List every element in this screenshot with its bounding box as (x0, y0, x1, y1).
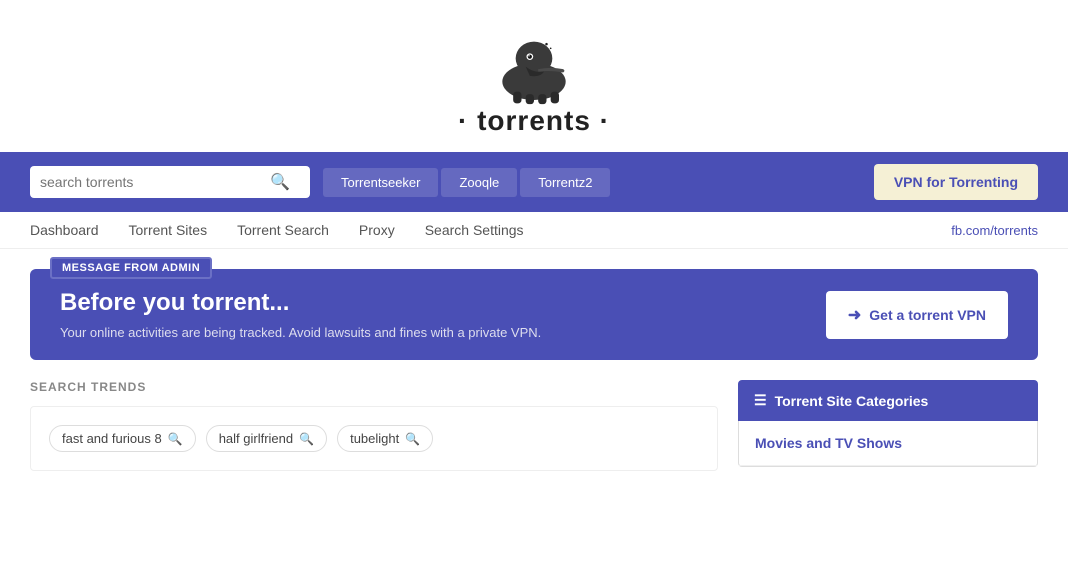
banner-text: Before you torrent... Your online activi… (60, 289, 541, 340)
sidebar-category-0[interactable]: Movies and TV Shows (739, 421, 1037, 466)
logo-area: · torrents · (0, 0, 1068, 152)
chip-search-icon-1: 🔍 (299, 432, 314, 446)
arrow-icon: ➜ (848, 305, 861, 325)
trend-chip-label-1: half girlfriend (219, 431, 293, 446)
search-bar-section: 🔍 Torrentseeker Zooqle Torrentz2 VPN for… (0, 152, 1068, 212)
site-tab-zooqle[interactable]: Zooqle (441, 168, 517, 197)
site-tab-torrentseeker[interactable]: Torrentseeker (323, 168, 438, 197)
trend-chip-1[interactable]: half girlfriend 🔍 (206, 425, 327, 452)
search-input-wrap: 🔍 (30, 166, 310, 198)
anteater-logo (484, 20, 584, 110)
main-content: SEARCH TRENDS fast and furious 8 🔍 half … (30, 380, 718, 471)
sidebar-header-label: Torrent Site Categories (775, 393, 929, 409)
sidebar-content: Movies and TV Shows (738, 421, 1038, 467)
get-vpn-button[interactable]: ➜ Get a torrent VPN (826, 291, 1008, 339)
search-button[interactable]: 🔍 (270, 172, 290, 192)
nav-dashboard[interactable]: Dashboard (30, 222, 99, 238)
nav-proxy[interactable]: Proxy (359, 222, 395, 238)
search-left: 🔍 Torrentseeker Zooqle Torrentz2 (30, 166, 874, 198)
nav-facebook-link[interactable]: fb.com/torrents (951, 223, 1038, 238)
sidebar-menu-icon: ☰ (754, 392, 767, 409)
admin-badge: MESSAGE FROM ADMIN (50, 257, 212, 279)
chip-search-icon-2: 🔍 (405, 432, 420, 446)
get-vpn-label: Get a torrent VPN (869, 307, 986, 323)
nav-menu: Dashboard Torrent Sites Torrent Search P… (0, 212, 1068, 249)
trend-chip-label-0: fast and furious 8 (62, 431, 162, 446)
site-tabs: Torrentseeker Zooqle Torrentz2 (320, 168, 610, 197)
vpn-button[interactable]: VPN for Torrenting (874, 164, 1038, 200)
banner-subtext: Your online activities are being tracked… (60, 325, 541, 340)
chip-search-icon-0: 🔍 (168, 432, 183, 446)
content-area: SEARCH TRENDS fast and furious 8 🔍 half … (0, 380, 1068, 491)
logo-container: · torrents · (458, 20, 610, 137)
nav-torrent-search[interactable]: Torrent Search (237, 222, 329, 238)
trend-chip-2[interactable]: tubelight 🔍 (337, 425, 433, 452)
trend-chip-label-2: tubelight (350, 431, 399, 446)
trend-chip-0[interactable]: fast and furious 8 🔍 (49, 425, 196, 452)
trend-chips: fast and furious 8 🔍 half girlfriend 🔍 t… (49, 425, 699, 452)
trends-box: fast and furious 8 🔍 half girlfriend 🔍 t… (30, 406, 718, 471)
sidebar-header: ☰ Torrent Site Categories (738, 380, 1038, 421)
search-input[interactable] (40, 174, 270, 190)
nav-search-settings[interactable]: Search Settings (425, 222, 524, 238)
site-tab-torrentz2[interactable]: Torrentz2 (520, 168, 610, 197)
logo-text: · torrents · (458, 105, 610, 137)
sidebar: ☰ Torrent Site Categories Movies and TV … (738, 380, 1038, 471)
search-trends-title: SEARCH TRENDS (30, 380, 718, 394)
admin-banner: MESSAGE FROM ADMIN Before you torrent...… (30, 269, 1038, 360)
nav-torrent-sites[interactable]: Torrent Sites (129, 222, 208, 238)
nav-links: Dashboard Torrent Sites Torrent Search P… (30, 222, 524, 238)
banner-heading: Before you torrent... (60, 289, 541, 317)
